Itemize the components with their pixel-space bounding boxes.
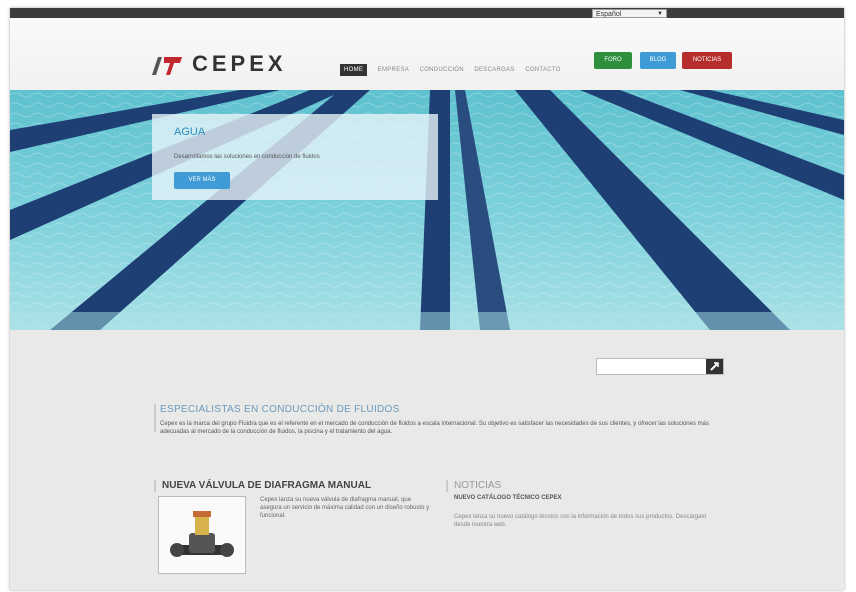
logo-text: CEPEX — [192, 51, 287, 76]
hero-banner: AGUA Desarrollamos las soluciones en con… — [10, 90, 844, 330]
search-button[interactable] — [706, 359, 723, 374]
nav-conduccion[interactable]: CONDUCCIÓN — [420, 64, 464, 76]
page: Español ▼ CEPEX HOME EMPRESA CONDUCCIÓN … — [10, 8, 844, 590]
search-icon — [710, 362, 719, 371]
noticias-button[interactable]: NOTICIAS — [682, 52, 732, 69]
nav-contacto[interactable]: CONTACTO — [525, 64, 561, 76]
hero-title: AGUA — [174, 126, 206, 138]
search-input[interactable] — [596, 358, 724, 375]
ver-mas-button[interactable]: VER MÁS — [174, 172, 230, 189]
nav-empresa[interactable]: EMPRESA — [378, 64, 409, 76]
news-left-text: Cepex lanza su nueva válvula de diafragm… — [260, 497, 430, 519]
header: CEPEX HOME EMPRESA CONDUCCIÓN DESCARGAS … — [10, 18, 844, 98]
main-nav: HOME EMPRESA CONDUCCIÓN DESCARGAS CONTAC… — [340, 58, 567, 76]
news-right-divider — [446, 480, 448, 492]
language-select-value: Español — [596, 11, 622, 18]
hero-text: Desarrollamos las soluciones en conducci… — [174, 154, 320, 160]
logo-mark-icon — [152, 57, 182, 75]
news-right-subtitle[interactable]: NUEVO CATÁLOGO TÉCNICO CEPEX — [454, 495, 562, 501]
section-divider — [154, 404, 156, 432]
news-left-divider — [154, 480, 156, 492]
top-bar: Español ▼ — [10, 8, 844, 18]
news-left-title[interactable]: NUEVA VÁLVULA DE DIAFRAGMA MANUAL — [162, 480, 371, 491]
nav-home[interactable]: HOME — [340, 64, 368, 76]
hero-overlay: AGUA Desarrollamos las soluciones en con… — [152, 114, 438, 200]
nav-descargas[interactable]: DESCARGAS — [474, 64, 514, 76]
intro-text: Cepex es la marca del grupo Fluidra que … — [160, 421, 709, 435]
blog-button[interactable]: BLOG — [640, 52, 676, 69]
news-right-text: Cepex lanza su nuevo catálogo técnico co… — [454, 514, 707, 528]
intro-title: ESPECIALISTAS EN CONDUCCIÓN DE FLUIDOS — [160, 404, 400, 415]
valve-thumbnail[interactable] — [158, 496, 246, 574]
language-select[interactable]: Español ▼ — [592, 9, 667, 18]
valve-image — [159, 497, 245, 573]
foro-button[interactable]: FORO — [594, 52, 632, 69]
news-right-title: NOTICIAS — [454, 480, 502, 491]
